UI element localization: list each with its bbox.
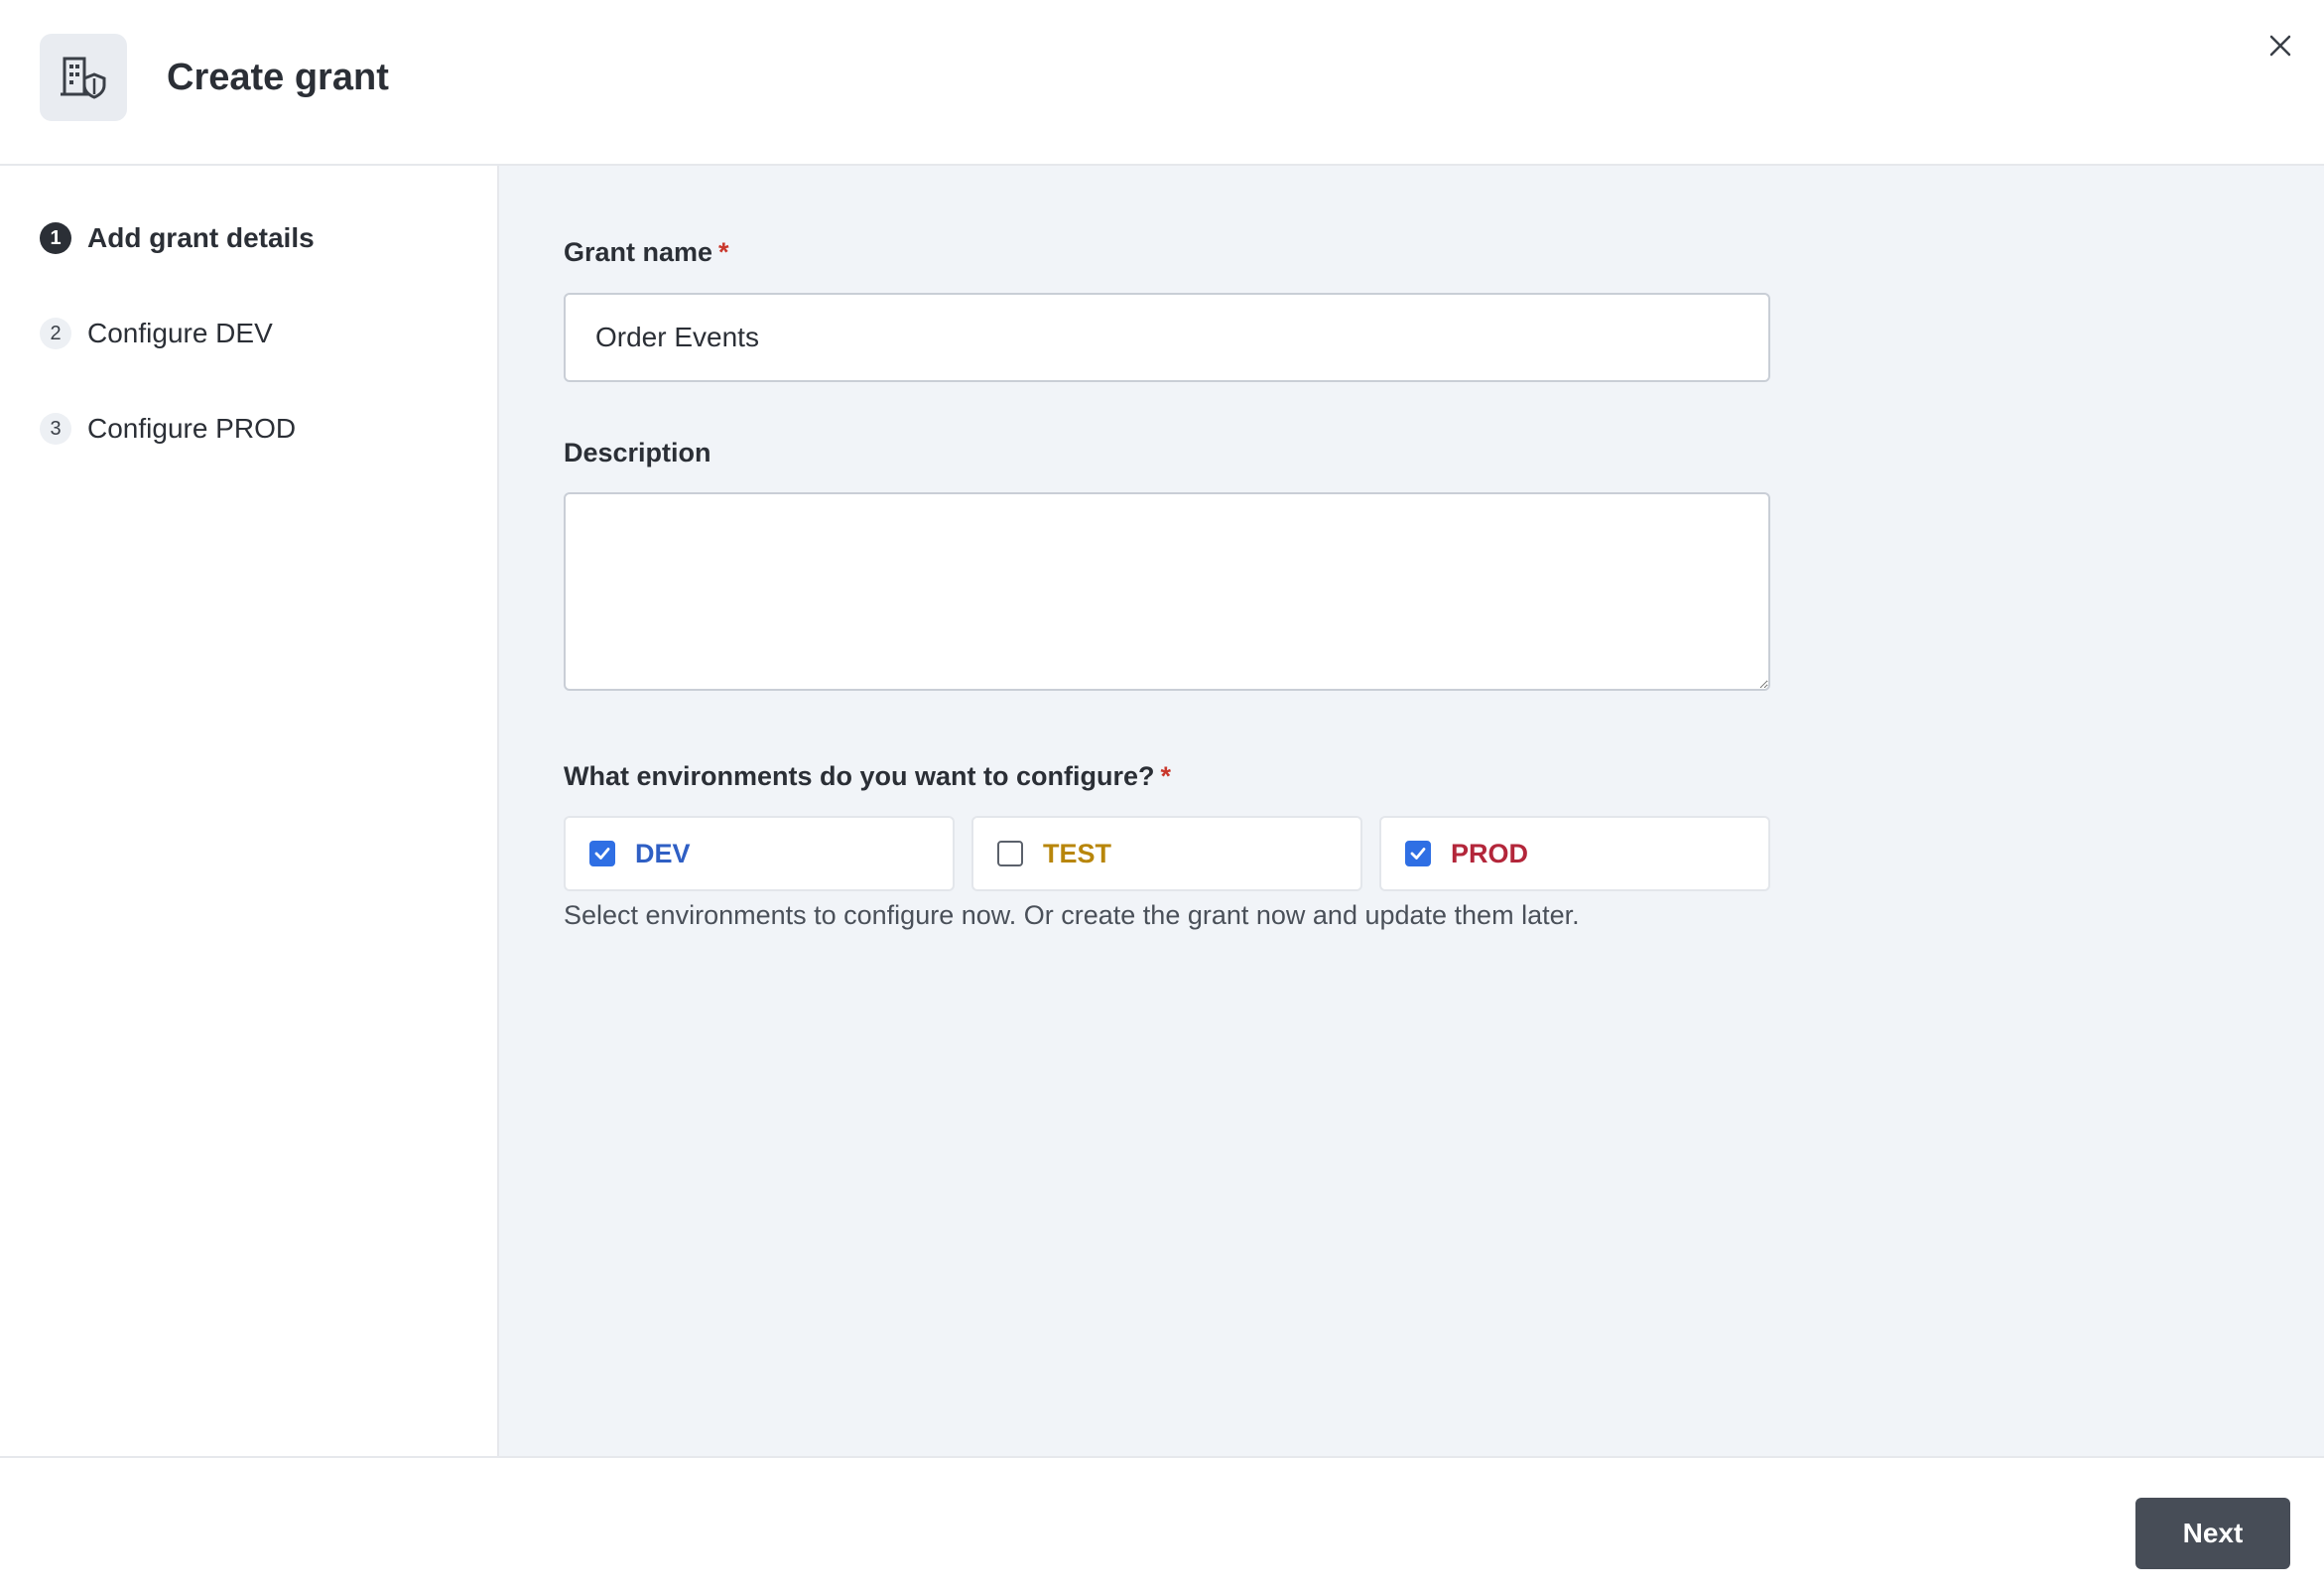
step-label: Configure DEV [87, 318, 273, 348]
close-button[interactable] [2260, 26, 2300, 66]
dev-checkbox[interactable] [589, 841, 615, 866]
environments-help-text: Select environments to configure now. Or… [564, 900, 1580, 930]
step-number: 3 [40, 413, 71, 445]
step-configure-dev[interactable]: 2 Configure DEV [40, 314, 273, 353]
stepper-sidebar: 1 Add grant details 2 Configure DEV 3 Co… [0, 166, 499, 1456]
description-textarea[interactable] [564, 492, 1770, 691]
next-button[interactable]: Next [2135, 1498, 2290, 1569]
prod-checkbox[interactable] [1405, 841, 1431, 866]
prod-label: PROD [1451, 838, 1529, 868]
step-label: Configure PROD [87, 413, 297, 444]
environments-label-text: What environments do you want to configu… [564, 761, 1155, 791]
required-mark: * [718, 237, 729, 267]
dialog-header: Create grant [0, 0, 2324, 166]
env-option-prod[interactable]: PROD [1379, 816, 1770, 891]
step-number: 2 [40, 318, 71, 349]
grant-name-label-text: Grant name [564, 237, 713, 267]
step-number: 1 [40, 222, 71, 254]
create-grant-dialog: Create grant 1 Add grant details 2 Confi… [0, 0, 2324, 1592]
description-label: Description [564, 438, 711, 467]
form-panel: Grant name* Description What environment… [499, 166, 2324, 1456]
grant-name-input[interactable] [564, 293, 1770, 382]
close-icon [2269, 35, 2291, 57]
dev-label: DEV [635, 838, 691, 868]
check-icon [594, 848, 610, 860]
dialog-footer: Next [0, 1456, 2324, 1592]
building-shield-icon [40, 34, 127, 121]
check-icon [1410, 848, 1426, 860]
test-label: TEST [1043, 838, 1112, 868]
step-add-grant-details[interactable]: 1 Add grant details [40, 218, 315, 258]
dialog-title: Create grant [167, 57, 389, 98]
required-mark: * [1160, 761, 1172, 791]
env-option-dev[interactable]: DEV [564, 816, 955, 891]
test-checkbox[interactable] [997, 841, 1023, 866]
step-configure-prod[interactable]: 3 Configure PROD [40, 409, 296, 449]
grant-name-label: Grant name * [564, 237, 729, 268]
env-option-test[interactable]: TEST [971, 816, 1362, 891]
step-label: Add grant details [87, 222, 315, 253]
environments-label: What environments do you want to configu… [564, 761, 1171, 792]
